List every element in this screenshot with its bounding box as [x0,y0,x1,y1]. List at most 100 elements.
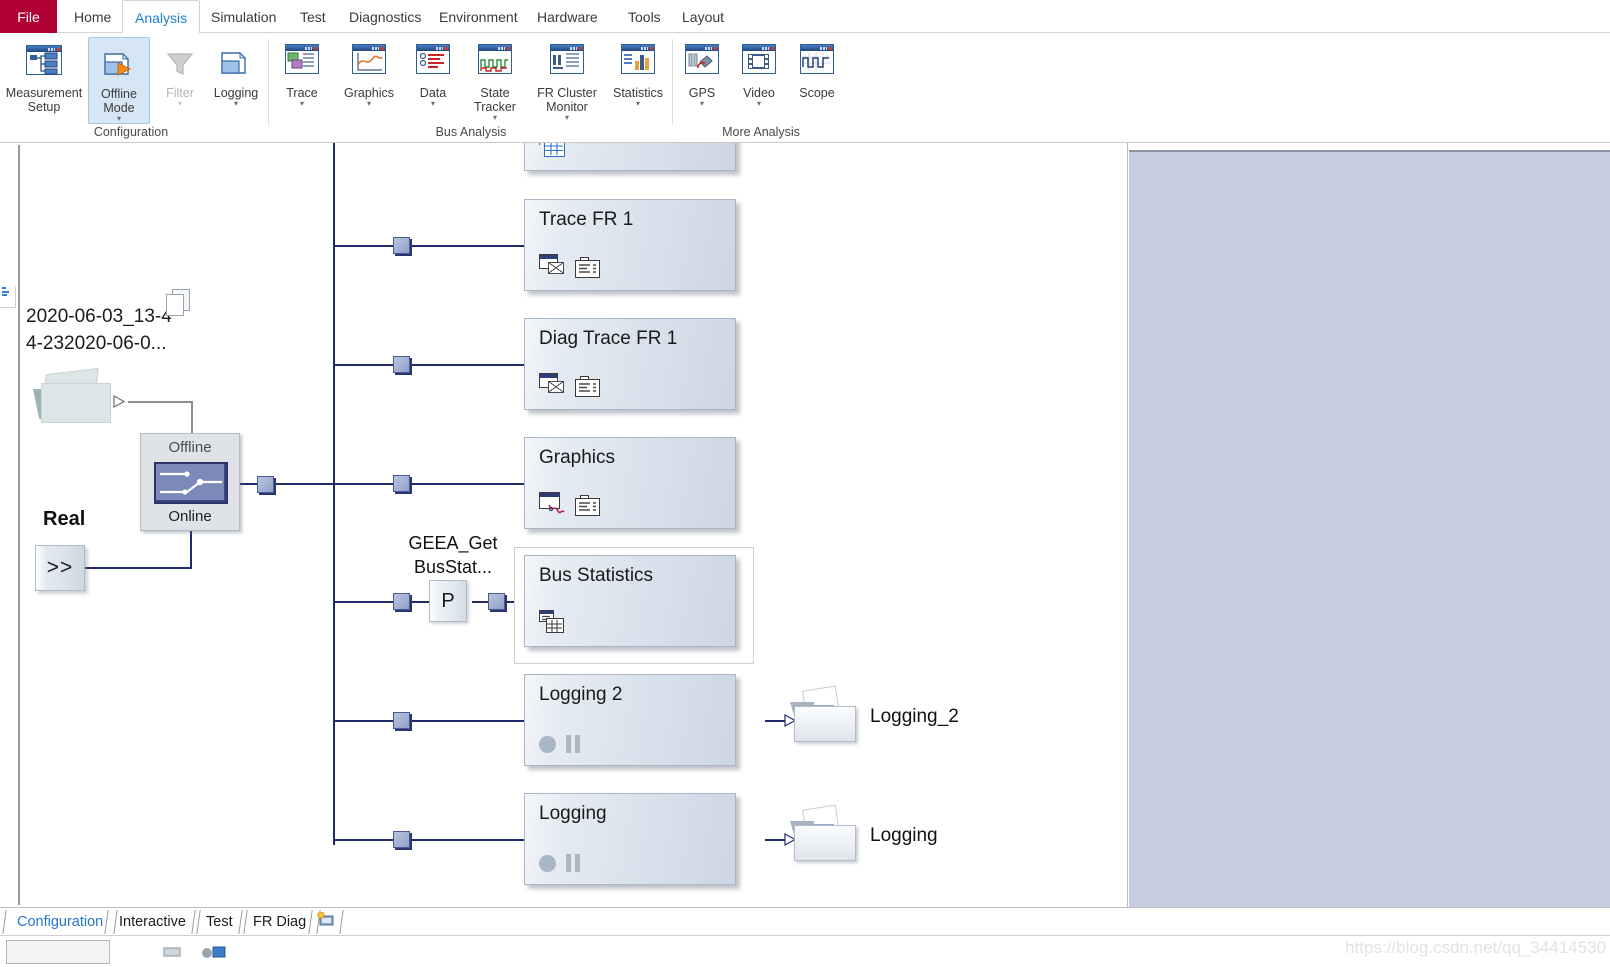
pause-icon [566,735,580,753]
canvas-corner-stub [0,286,16,308]
tab-file[interactable]: File [0,0,57,33]
ribbon-button-data[interactable]: Data ▾ [406,37,460,108]
connector-busstats-output[interactable] [488,593,505,610]
connector-busstats-input[interactable] [393,593,410,610]
chevron-down-icon[interactable]: ▾ [367,100,371,108]
tab-environment[interactable]: Environment [427,0,530,33]
ribbon-button-logging[interactable]: Logging ▾ [207,37,265,108]
branch-wire-logging2-to-node [410,720,526,722]
ribbon-group-more-analysis: GPS ▾ Video ▾ Scope More Analysis [676,33,846,143]
node-block-diag-trace-fr-1[interactable]: Diag Trace FR 1 [524,318,736,410]
statistics-icon [617,41,659,83]
tab-diagnostics[interactable]: Diagnostics [337,0,433,33]
bottom-toolbar-field[interactable] [6,940,110,964]
ribbon-button-fr-cluster-monitor[interactable]: FR Cluster Monitor ▾ [530,37,604,122]
chevron-down-icon[interactable]: ▾ [178,100,182,108]
offline-online-mode-switch[interactable]: Offline Online [140,433,240,531]
node-block-partial[interactable] [524,143,736,171]
chevron-down-icon[interactable]: ▾ [636,100,640,108]
replay-source-folder-icon[interactable] [33,367,111,423]
ribbon-button-state-tracker[interactable]: State Tracker ▾ [462,37,528,122]
document-stack-icon [166,289,192,317]
connector-switch-output[interactable] [257,476,274,493]
node-block-graphics[interactable]: Graphics [524,437,736,529]
node-title: Diag Trace FR 1 [539,328,678,349]
bottom-tab-label: Interactive [119,914,186,930]
chevron-down-icon[interactable]: ▾ [300,100,304,108]
measurement-setup-icon [23,41,65,83]
chevron-down-icon[interactable]: ▾ [431,100,435,108]
branch-wire-logging-to-node [410,839,526,841]
program-node-block[interactable]: P [429,580,467,622]
bottom-tab-configuration[interactable]: Configuration [2,910,118,934]
connector-logging2[interactable] [393,712,410,729]
real-bus-button[interactable]: >> [35,545,85,591]
node-title: Logging [539,803,607,824]
tab-test-label: Test [300,8,326,25]
measurement-setup-canvas[interactable]: 2020-06-03_13-4 4-232020-06-0... Offline [0,143,1128,907]
real-bus-wire [82,567,192,569]
node-title: Trace FR 1 [539,209,634,230]
ribbon-tabstrip: File Home Analysis Simulation Test Diagn… [0,0,1610,34]
logging-folder-icon[interactable]: Logging_2 [790,685,959,744]
ribbon-button-statistics[interactable]: Statistics ▾ [606,37,670,108]
ribbon-button-measurement-setup[interactable]: Measurement Setup [6,37,82,114]
connector-logging[interactable] [393,831,410,848]
chevron-down-icon[interactable]: ▾ [117,115,121,123]
branch-wire-trace-to-node [410,245,526,247]
ribbon-button-offline-mode[interactable]: Offline Mode ▾ [88,37,150,124]
node-block-logging[interactable]: Logging [524,793,736,885]
ribbon-button-scope[interactable]: Scope [789,37,845,100]
list-icon [575,257,601,278]
node-icons [539,373,601,397]
node-block-bus-statistics[interactable]: Bus Statistics [524,555,736,647]
tab-layout[interactable]: Layout [670,0,736,33]
bottom-tab-interactive[interactable]: Interactive [104,910,201,934]
tab-hardware[interactable]: Hardware [525,0,610,33]
ribbon-button-label: Trace [286,86,318,100]
node-title: Logging 2 [539,684,623,705]
node-block-logging-2[interactable]: Logging 2 [524,674,736,766]
chevron-down-icon[interactable]: ▾ [757,100,761,108]
ribbon-button-gps[interactable]: GPS ▾ [676,37,728,108]
blue-grid-icon [539,143,565,158]
chevron-down-icon[interactable]: ▾ [234,100,238,108]
chevron-down-icon[interactable]: ▾ [565,114,569,122]
ribbon-button-label: Video [743,86,775,100]
ribbon-button-label: Data [419,86,447,100]
ribbon-button-label: Offline Mode [101,87,137,115]
connector-graphics[interactable] [393,475,410,492]
desktop-star-icon [317,911,335,932]
tab-simulation[interactable]: Simulation [199,0,288,33]
output-folder-label: Logging_2 [870,706,959,727]
logging-folder-icon[interactable]: Logging [790,804,938,863]
ribbon-button-video[interactable]: Video ▾ [731,37,787,108]
ribbon-button-trace[interactable]: Trace ▾ [272,37,332,108]
tab-test[interactable]: Test [288,0,338,33]
graphics-icon [348,41,390,83]
bottom-toolbar-button-a[interactable] [160,940,190,964]
statistics-grid-icon [539,610,565,634]
source-to-switch-wire [128,401,193,403]
node-icons [539,143,565,158]
ribbon-button-label: Statistics [612,86,663,100]
tab-home[interactable]: Home [62,0,123,33]
data-icon [412,41,454,83]
connector-trace[interactable] [393,237,410,254]
switch-offline-label: Offline [168,439,212,456]
ribbon-button-graphics[interactable]: Graphics ▾ [334,37,404,108]
tab-tools-label: Tools [628,8,661,25]
connector-diagtrace[interactable] [393,356,410,373]
chevron-down-icon[interactable]: ▾ [700,100,704,108]
bottom-toolbar-button-b[interactable] [200,940,230,964]
tab-analysis[interactable]: Analysis [122,0,201,34]
node-block-trace-fr-1[interactable]: Trace FR 1 [524,199,736,291]
bottom-tabbar: Configuration Interactive Test FR Diag [0,907,1610,935]
tab-tools[interactable]: Tools [616,0,673,33]
ribbon-button-filter[interactable]: Filter ▾ [155,37,205,108]
node-title: Graphics [539,447,616,468]
chevron-down-icon[interactable]: ▾ [493,114,497,122]
bottom-tab-icon-only[interactable] [308,910,344,934]
graphics-window-icon [539,492,565,516]
program-node-symbol: P [441,589,455,612]
